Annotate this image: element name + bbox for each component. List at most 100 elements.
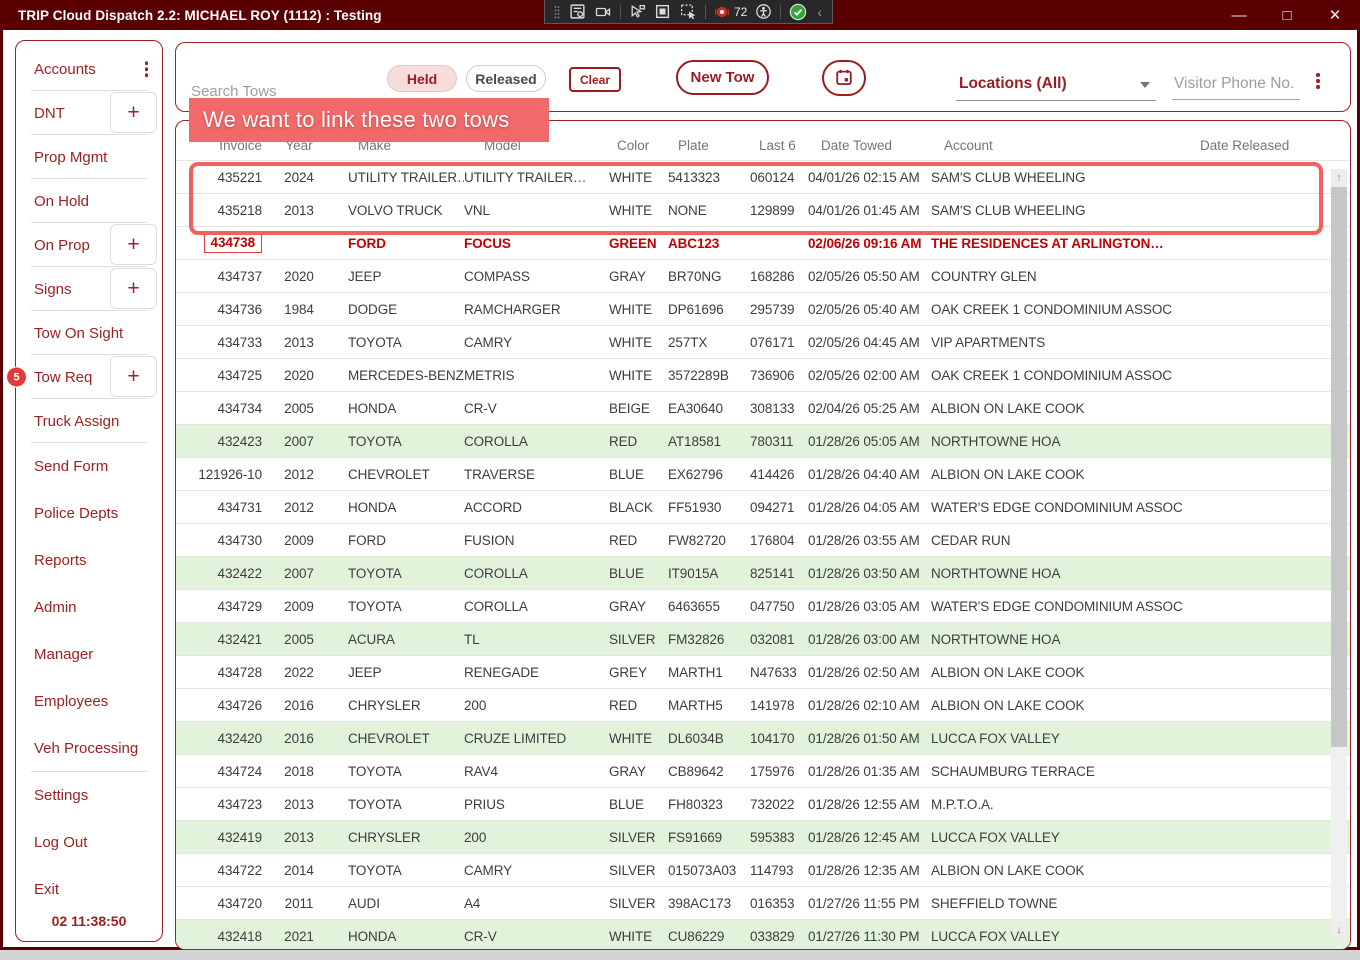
camera-icon[interactable] bbox=[594, 4, 612, 20]
table-row[interactable]: 432422 2007 TOYOTA COROLLA BLUE IT9015A … bbox=[176, 557, 1350, 590]
sidebar-item-police-depts[interactable]: Police Depts bbox=[16, 490, 162, 537]
cell-model: A4 bbox=[464, 896, 604, 911]
cell-invoice: 434720 bbox=[176, 896, 268, 911]
window-title: TRIP Cloud Dispatch 2.2: MICHAEL ROY (11… bbox=[0, 8, 382, 23]
cell-color: BLUE bbox=[604, 467, 666, 482]
sidebar-item-log-out[interactable]: Log Out bbox=[16, 819, 162, 866]
table-row[interactable]: 434724 2018 TOYOTA RAV4 GRAY CB89642 175… bbox=[176, 755, 1350, 788]
table-row[interactable]: 434720 2011 AUDI A4 SILVER 398AC173 0163… bbox=[176, 887, 1350, 920]
table-row[interactable]: 434734 2005 HONDA CR-V BEIGE EA30640 308… bbox=[176, 392, 1350, 425]
close-button[interactable]: ✕ bbox=[1324, 6, 1346, 24]
scroll-down-icon[interactable]: ↓ bbox=[1331, 921, 1347, 939]
cursor-flag-icon[interactable] bbox=[629, 3, 646, 20]
table-row[interactable]: 435221 2024 UTILITY TRAILER… UTILITY TRA… bbox=[176, 161, 1350, 194]
table-row[interactable]: 432418 2021 HONDA CR-V WHITE CU86229 033… bbox=[176, 920, 1350, 950]
table-row[interactable]: 121926-10 2012 CHEVROLET TRAVERSE BLUE E… bbox=[176, 458, 1350, 491]
table-row[interactable]: 434733 2013 TOYOTA CAMRY WHITE 257TX 076… bbox=[176, 326, 1350, 359]
held-filter-button[interactable]: Held bbox=[387, 65, 457, 92]
maximize-button[interactable]: □ bbox=[1276, 7, 1298, 24]
cell-model: 200 bbox=[464, 830, 604, 845]
cell-year: 2013 bbox=[268, 797, 330, 812]
tray-collapse-icon[interactable]: ‹ bbox=[815, 5, 824, 19]
cell-make: CHRYSLER bbox=[330, 698, 464, 713]
add-plus-button[interactable]: + bbox=[110, 224, 157, 265]
cursor-capture-icon[interactable] bbox=[679, 3, 697, 20]
panel-settings-icon[interactable] bbox=[569, 3, 586, 20]
grip-handle-icon[interactable] bbox=[553, 4, 561, 20]
table-row[interactable]: 434738 FORD FOCUS GREEN ABC123 02/06/26 … bbox=[176, 227, 1350, 260]
sidebar-item-on-prop[interactable]: On Prop + bbox=[16, 223, 162, 267]
new-tow-button[interactable]: New Tow bbox=[676, 60, 769, 95]
clear-button[interactable]: Clear bbox=[569, 67, 621, 92]
table-row[interactable]: 432423 2007 TOYOTA COROLLA RED AT18581 7… bbox=[176, 425, 1350, 458]
table-row[interactable]: 434736 1984 DODGE RAMCHARGER WHITE DP616… bbox=[176, 293, 1350, 326]
table-row[interactable]: 432419 2013 CHRYSLER 200 SILVER FS91669 … bbox=[176, 821, 1350, 854]
cell-account: M.P.T.O.A. bbox=[930, 797, 1200, 812]
table-row[interactable]: 434737 2020 JEEP COMPASS GRAY BR70NG 168… bbox=[176, 260, 1350, 293]
sidebar-item-manager[interactable]: Manager bbox=[16, 631, 162, 678]
cell-make: TOYOTA bbox=[330, 863, 464, 878]
table-row[interactable]: 434730 2009 FORD FUSION RED FW82720 1768… bbox=[176, 524, 1350, 557]
toolbar-kebab-icon[interactable] bbox=[1316, 73, 1320, 89]
scrollbar-thumb[interactable] bbox=[1331, 187, 1347, 747]
sidebar-item-prop-mgmt[interactable]: Prop Mgmt bbox=[16, 135, 162, 179]
add-plus-button[interactable]: + bbox=[110, 356, 157, 397]
table-row[interactable]: 434729 2009 TOYOTA COROLLA GRAY 6463655 … bbox=[176, 590, 1350, 623]
cell-account: SCHAUMBURG TERRACE bbox=[930, 764, 1200, 779]
cell-date-towed: 01/28/26 12:45 AM bbox=[806, 830, 930, 845]
table-row[interactable]: 434728 2022 JEEP RENEGADE GREY MARTH1 N4… bbox=[176, 656, 1350, 689]
cell-model: FUSION bbox=[464, 533, 604, 548]
scroll-up-icon[interactable]: ↑ bbox=[1331, 169, 1347, 187]
table-row[interactable]: 434722 2014 TOYOTA CAMRY SILVER 015073A0… bbox=[176, 854, 1350, 887]
cell-last6: 825141 bbox=[750, 566, 806, 581]
table-row[interactable]: 435218 2013 VOLVO TRUCK VNL WHITE NONE 1… bbox=[176, 194, 1350, 227]
sidebar-item-label: DNT bbox=[34, 105, 65, 122]
status-check-icon[interactable] bbox=[789, 3, 807, 21]
table-row[interactable]: 432420 2016 CHEVROLET CRUZE LIMITED WHIT… bbox=[176, 722, 1350, 755]
item-kebab-icon[interactable] bbox=[145, 61, 149, 77]
sidebar-item-truck-assign[interactable]: Truck Assign bbox=[16, 399, 162, 443]
cell-plate: EA30640 bbox=[666, 401, 750, 416]
table-row[interactable]: 434731 2012 HONDA ACCORD BLACK FF51930 0… bbox=[176, 491, 1350, 524]
released-filter-button[interactable]: Released bbox=[466, 65, 546, 92]
cell-plate: DL6034B bbox=[666, 731, 750, 746]
cell-invoice: 432421 bbox=[176, 632, 268, 647]
sidebar-item-signs[interactable]: Signs + bbox=[16, 267, 162, 311]
minimize-button[interactable]: — bbox=[1228, 7, 1250, 24]
sidebar-item-veh-processing[interactable]: Veh Processing bbox=[16, 725, 162, 772]
cell-invoice: 434733 bbox=[176, 335, 268, 350]
sidebar-item-tow-on-sight[interactable]: Tow On Sight bbox=[16, 311, 162, 355]
sidebar: Accounts DNT + Prop Mgmt On Hold On Prop… bbox=[15, 40, 163, 942]
table-row[interactable]: 432421 2005 ACURA TL SILVER FM32826 0320… bbox=[176, 623, 1350, 656]
record-indicator-icon[interactable] bbox=[714, 4, 730, 20]
locations-dropdown[interactable]: Locations (All) bbox=[956, 75, 1156, 101]
table-row[interactable]: 434723 2013 TOYOTA PRIUS BLUE FH80323 73… bbox=[176, 788, 1350, 821]
calendar-button[interactable] bbox=[822, 60, 866, 96]
sidebar-item-on-hold[interactable]: On Hold bbox=[16, 179, 162, 223]
cell-make: TOYOTA bbox=[330, 566, 464, 581]
sidebar-item-label: Manager bbox=[34, 646, 93, 663]
add-plus-button[interactable]: + bbox=[110, 268, 157, 309]
visitor-phone-input[interactable] bbox=[1172, 75, 1300, 100]
sidebar-item-reports[interactable]: Reports bbox=[16, 537, 162, 584]
sidebar-item-accounts[interactable]: Accounts bbox=[16, 47, 162, 91]
sidebar-item-settings[interactable]: Settings bbox=[16, 772, 162, 819]
accessibility-icon[interactable] bbox=[755, 3, 772, 20]
table-row[interactable]: 434725 2020 MERCEDES-BENZ METRIS WHITE 3… bbox=[176, 359, 1350, 392]
add-plus-button[interactable]: + bbox=[110, 92, 157, 133]
cell-last6: 016353 bbox=[750, 896, 806, 911]
stop-square-icon[interactable] bbox=[654, 3, 671, 20]
sidebar-item-exit[interactable]: Exit bbox=[16, 866, 162, 913]
table-row[interactable]: 434726 2016 CHRYSLER 200 RED MARTH5 1419… bbox=[176, 689, 1350, 722]
cell-color: SILVER bbox=[604, 632, 666, 647]
table-scrollbar[interactable]: ↑ ↓ bbox=[1331, 169, 1347, 939]
cell-account: CEDAR RUN bbox=[930, 533, 1200, 548]
sidebar-item-send-form[interactable]: Send Form bbox=[16, 443, 162, 490]
sidebar-item-tow-req[interactable]: 5 Tow Req + bbox=[16, 355, 162, 399]
cell-year: 2021 bbox=[268, 929, 330, 944]
sidebar-item-admin[interactable]: Admin bbox=[16, 584, 162, 631]
cell-year: 2007 bbox=[268, 434, 330, 449]
sidebar-item-employees[interactable]: Employees bbox=[16, 678, 162, 725]
calendar-icon bbox=[835, 68, 853, 89]
sidebar-item-dnt[interactable]: DNT + bbox=[16, 91, 162, 135]
